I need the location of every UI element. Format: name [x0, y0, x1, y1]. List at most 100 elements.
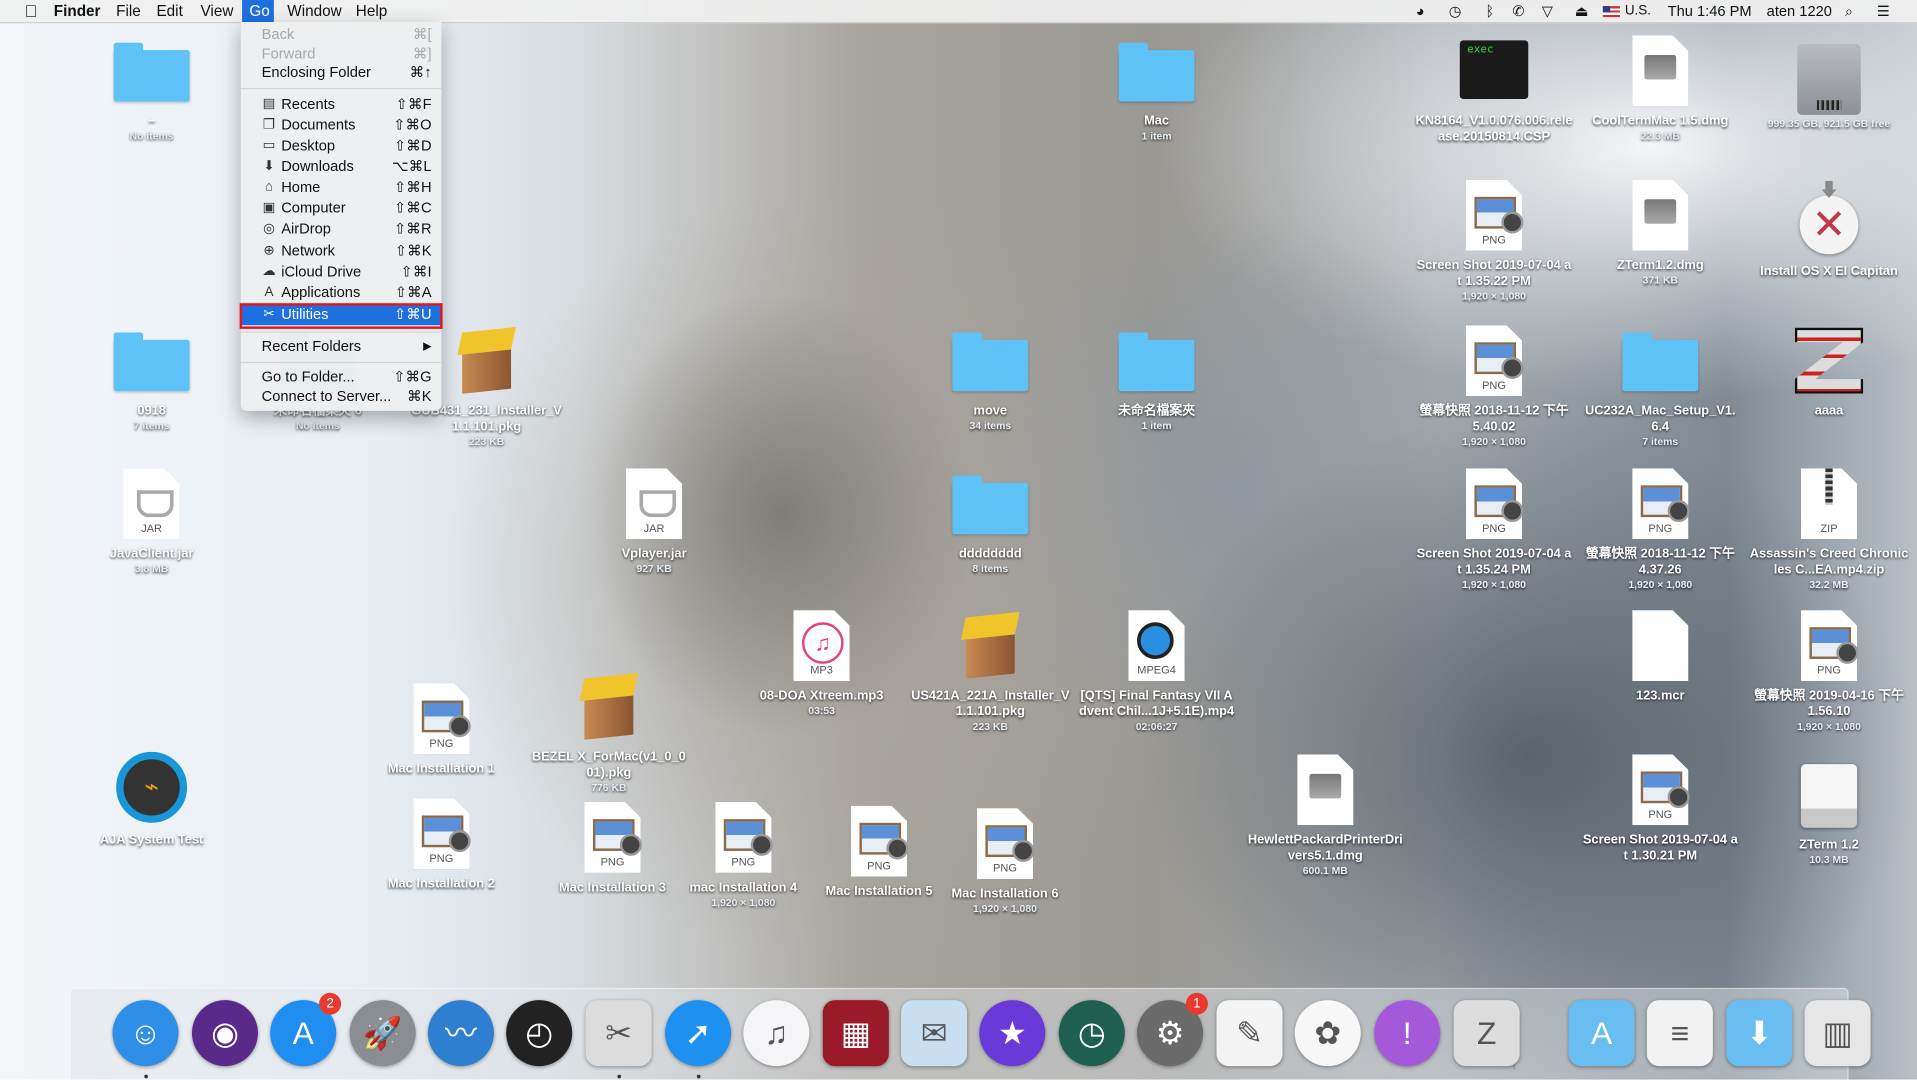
menu-item-documents[interactable]: ❐ Documents ⇧⌘O: [241, 115, 442, 136]
menu-go[interactable]: Go: [242, 0, 274, 23]
menu-item-airdrop[interactable]: ◎ AirDrop ⇧⌘R: [241, 219, 442, 240]
png-icon: PNG: [1621, 752, 1699, 828]
desktop-icon-item[interactable]: Mac 1 item: [1077, 33, 1236, 143]
menu-item-computer[interactable]: ▣ Computer ⇧⌘C: [241, 198, 442, 219]
menu-item-connect-to-server[interactable]: Connect to Server... ⌘K: [241, 386, 442, 407]
dock-item[interactable]: ≡: [1646, 1000, 1713, 1067]
bluetooth-icon[interactable]: ᛒ: [1485, 0, 1494, 22]
desktop-icon-item[interactable]: US421A_221A_Installer_V1.1.101.pkg 223 KB: [911, 608, 1070, 734]
dock-item[interactable]: ▥: [1804, 1000, 1871, 1067]
menu-edit[interactable]: Edit: [149, 0, 190, 22]
file-info: 03:53: [808, 704, 835, 717]
dock-item[interactable]: ✿: [1294, 1000, 1361, 1067]
desktop-icon-item[interactable]: 未命名檔案夾 1 item: [1077, 323, 1236, 433]
file-info: 34 items: [969, 419, 1012, 432]
desktop-icon-item[interactable]: PNG Mac Installation 2: [362, 796, 521, 893]
running-indicator: [617, 1074, 622, 1079]
menu-finder[interactable]: Finder: [46, 0, 107, 22]
desktop-icon-item[interactable]: PNG 螢幕快照 2018-11-12 下午 4.37.26 1,920 × 1,0…: [1581, 466, 1740, 592]
user-name[interactable]: aten 1220: [1767, 0, 1832, 22]
desktop-icon-item[interactable]: PNG 螢幕快照 2019-04-16 下午 1.56.10 1,920 × 1,0…: [1750, 608, 1909, 734]
desktop-icon-item[interactable]: PNG 螢幕快照 2018-11-12 下午 5.40.02 1,920 × 1,0…: [1415, 323, 1574, 449]
menu-item-desktop[interactable]: ▭ Desktop ⇧⌘D: [241, 136, 442, 157]
dock-item[interactable]: 〰: [427, 1000, 494, 1067]
dock-item[interactable]: ✉: [901, 1000, 968, 1067]
dock-item[interactable]: A: [1568, 1000, 1635, 1067]
wifi-icon[interactable]: ▽: [1542, 0, 1553, 22]
desktop-icon-item[interactable]: – No items: [72, 33, 231, 143]
menu-separator: [240, 361, 442, 364]
desktop-icon-item[interactable]: exec KN8164_V1.0.076.006.release.20150814…: [1415, 33, 1574, 145]
dock-item[interactable]: ✎: [1216, 1000, 1283, 1067]
menu-item-downloads[interactable]: ⬇ Downloads ⌥⌘L: [241, 156, 442, 177]
desktop-icon-item[interactable]: 123.mcr: [1581, 608, 1740, 705]
desktop-icon-item[interactable]: ZTerm 1.2 10.3 MB: [1750, 757, 1909, 867]
menu-item-label: Network: [281, 242, 336, 260]
desktop-icon-item[interactable]: PNG Mac Installation 6 1,920 × 1,080: [926, 806, 1085, 916]
dock-item[interactable]: ✂: [585, 1000, 652, 1067]
spotlight-search-icon[interactable]: ⌕: [1845, 0, 1853, 22]
desktop-icon-item[interactable]: PNG Mac Installation 1: [362, 681, 521, 778]
dock-item[interactable]: ♫: [743, 1000, 810, 1067]
menu-view[interactable]: View: [193, 0, 241, 22]
apple-menu-icon[interactable]: : [17, 0, 45, 22]
desktop-icon-item[interactable]: ZIP Assassin's Creed Chronicles C...EA.mp…: [1750, 466, 1909, 592]
menu-help[interactable]: Help: [348, 0, 394, 22]
menu-item-recents[interactable]: ▤ Recents ⇧⌘F: [241, 94, 442, 115]
dock-item[interactable]: 🚀: [349, 1000, 416, 1067]
menu-item-applications[interactable]: A Applications ⇧⌘A: [241, 282, 442, 303]
menu-item-recent-folders[interactable]: Recent Folders ▶: [241, 336, 442, 357]
dock-item[interactable]: ▦: [822, 1000, 889, 1067]
file-name: JavaClient.jar: [109, 546, 194, 562]
menu-file[interactable]: File: [109, 0, 148, 22]
menu-item-home[interactable]: ⌂ Home ⇧⌘H: [241, 177, 442, 198]
hdd-icon: [1790, 37, 1868, 115]
menu-item-back[interactable]: Back ⌘[: [241, 24, 442, 45]
dock-item[interactable]: ★: [979, 1000, 1046, 1067]
desktop-icon-item[interactable]: ♫ MP3 08-DOA Xtreem.mp3 03:53: [742, 608, 901, 718]
desktop-icon-item[interactable]: PNG Screen Shot 2019-07-04 at 1.30.21 PM: [1581, 752, 1740, 864]
eject-icon[interactable]: ⏏: [1575, 0, 1589, 22]
screen-sharing-icon[interactable]: ◕: [1416, 0, 1425, 22]
dock-item[interactable]: ➚: [665, 1000, 732, 1067]
input-source[interactable]: U.S.: [1625, 0, 1651, 22]
desktop-icon-item[interactable]: ⌁ AJA System Test: [72, 751, 231, 849]
menu-item-network[interactable]: ⊕ Network ⇧⌘K: [241, 241, 442, 262]
dock-item[interactable]: ◷: [1058, 1000, 1125, 1067]
desktop-icon-item[interactable]: HewlettPackardPrinterDrivers5.1.dmg 600.1…: [1246, 752, 1405, 878]
dock-item[interactable]: ◉: [191, 1000, 258, 1067]
dock-item[interactable]: ⚙ 1: [1137, 992, 1208, 1067]
desktop-icon-item[interactable]: PNG Screen Shot 2019-07-04 at 1.35.24 PM 1…: [1415, 466, 1574, 592]
desktop-icon-item[interactable]: UC232A_Mac_Setup_V1.6.4 7 items: [1581, 323, 1740, 449]
dock-item[interactable]: ◴: [506, 1000, 573, 1067]
dock-item[interactable]: ⬇: [1726, 1000, 1793, 1067]
desktop-icon-item[interactable]: dddddddd 8 items: [911, 466, 1070, 576]
dock-item[interactable]: !: [1374, 1000, 1441, 1067]
desktop-icon-item[interactable]: CoolTermMac 1.5.dmg 22.3 MB: [1581, 33, 1740, 143]
menu-item-icloud-drive[interactable]: ☁ iCloud Drive ⇧⌘I: [241, 262, 442, 283]
menu-item-enclosing-folder[interactable]: Enclosing Folder ⌘↑: [241, 62, 442, 83]
desktop-icon-item[interactable]: PNG Screen Shot 2019-07-04 at 1.35.22 PM 1…: [1415, 177, 1574, 303]
desktop-icon-item[interactable]: 0918 7 items: [72, 323, 231, 433]
desktop-icon-item[interactable]: ✕ Install OS X El Capitan: [1750, 183, 1909, 280]
desktop-icon-item[interactable]: JAR JavaClient.jar 3.8 MB: [72, 466, 231, 576]
desktop-icon-item[interactable]: JAR Vplayer.jar 927 KB: [575, 466, 734, 576]
desktop-icon-item[interactable]: move 34 items: [911, 323, 1070, 433]
dock-item[interactable]: A2: [270, 992, 342, 1067]
desktop-icon-item[interactable]: aaaa: [1750, 323, 1909, 420]
desktop-icon-item[interactable]: BEZEL X_ForMac(v1_0_001).pkg 776 KB: [529, 669, 688, 795]
us-flag-icon[interactable]: [1602, 6, 1620, 18]
dock-item[interactable]: Z: [1453, 1000, 1520, 1067]
phone-icon[interactable]: ✆: [1512, 0, 1524, 22]
time-machine-icon[interactable]: ◷: [1449, 0, 1462, 22]
desktop-icon-item[interactable]: 999.35 GB, 921.5 GB free: [1750, 37, 1909, 131]
file-type-badge: JAR: [643, 522, 665, 535]
desktop-icon-item[interactable]: MPEG4 [QTS] Final Fantasy VII Advent Chil…: [1077, 608, 1236, 734]
menu-item-go-to-folder[interactable]: Go to Folder... ⇧⌘G: [241, 367, 442, 388]
menu-window[interactable]: Window: [280, 0, 349, 22]
dock-item[interactable]: ☺: [112, 1000, 179, 1067]
notification-center-icon[interactable]: ☰: [1877, 0, 1890, 22]
menu-separator: [240, 331, 442, 333]
clock[interactable]: Thu 1:46 PM: [1668, 0, 1752, 22]
desktop-icon-item[interactable]: ZTerm1.2.dmg 371 KB: [1581, 177, 1740, 287]
